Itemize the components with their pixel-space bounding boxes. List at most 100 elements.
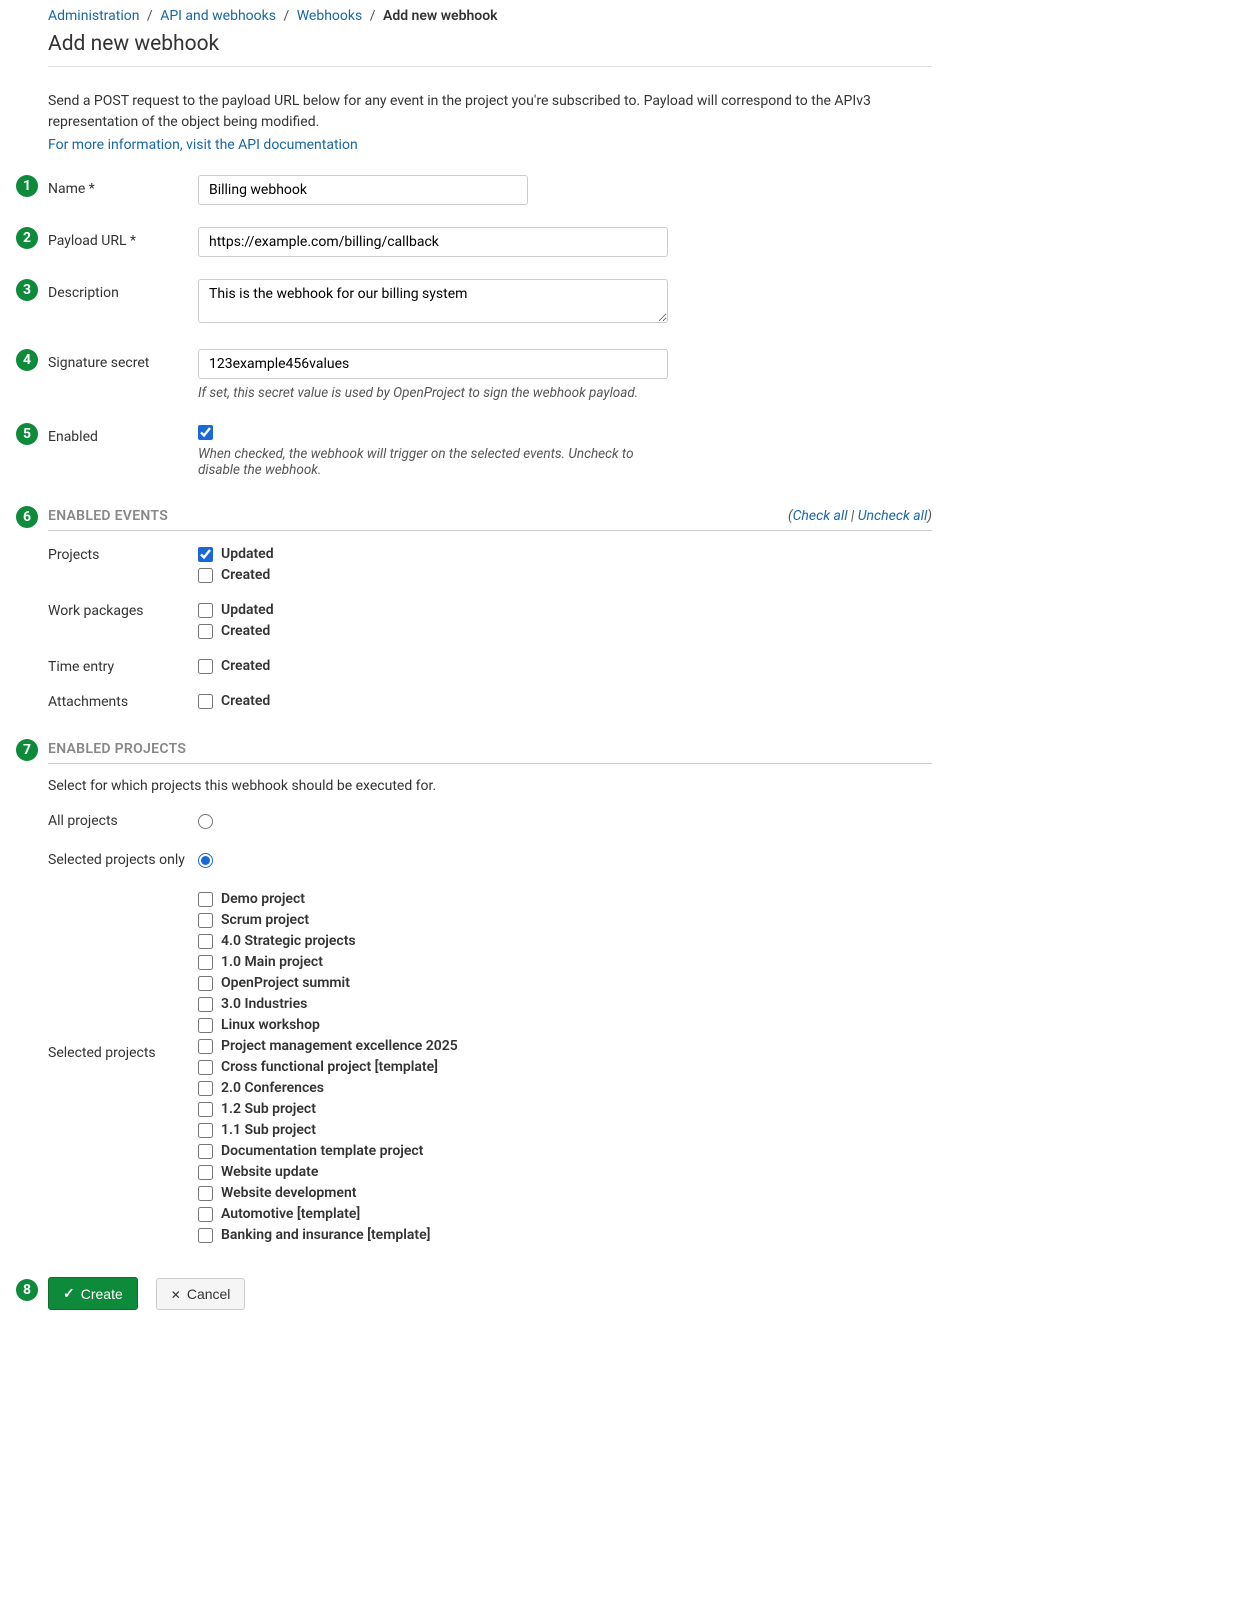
project-label: Project management excellence 2025 — [221, 1038, 458, 1054]
close-icon — [171, 1286, 181, 1302]
project-checkbox[interactable] — [198, 1039, 213, 1054]
create-button-label: Create — [81, 1286, 123, 1302]
check-icon — [63, 1285, 75, 1302]
event-checkbox[interactable] — [198, 603, 213, 618]
enabled-events-title: ENABLED EVENTS — [48, 508, 788, 524]
event-checkbox[interactable] — [198, 624, 213, 639]
breadcrumb: Administration / API and webhooks / Webh… — [48, 8, 932, 24]
event-group-label: Time entry — [48, 657, 198, 675]
step-badge-7: 7 — [16, 739, 38, 761]
breadcrumb-sep: / — [147, 8, 153, 24]
events-bulk-actions: (Check all | Uncheck all) — [788, 508, 932, 524]
project-checkbox[interactable] — [198, 1081, 213, 1096]
project-checkbox[interactable] — [198, 976, 213, 991]
breadcrumb-webhooks[interactable]: Webhooks — [297, 8, 363, 24]
event-group-label: Work packages — [48, 601, 198, 619]
project-label: Linux workshop — [221, 1017, 320, 1033]
project-label: Scrum project — [221, 912, 309, 928]
project-checkbox[interactable] — [198, 1144, 213, 1159]
intro-text: Send a POST request to the payload URL b… — [48, 91, 932, 133]
project-label: Website update — [221, 1164, 318, 1180]
step-badge-4: 4 — [16, 349, 38, 371]
event-option-label: Created — [221, 658, 270, 674]
project-label: 4.0 Strategic projects — [221, 933, 356, 949]
cancel-button-label: Cancel — [187, 1286, 231, 1302]
event-option-label: Updated — [221, 602, 274, 618]
create-button[interactable]: Create — [48, 1277, 138, 1310]
event-group-label: Projects — [48, 545, 198, 563]
name-input[interactable] — [198, 175, 528, 205]
step-badge-6: 6 — [16, 506, 38, 528]
project-checkbox[interactable] — [198, 1186, 213, 1201]
project-label: Cross functional project [template] — [221, 1059, 438, 1075]
events-divider — [48, 530, 932, 531]
payload-url-input[interactable] — [198, 227, 668, 257]
enabled-projects-title: ENABLED PROJECTS — [48, 741, 932, 757]
cancel-button[interactable]: Cancel — [156, 1278, 246, 1310]
event-checkbox[interactable] — [198, 659, 213, 674]
project-checkbox[interactable] — [198, 1228, 213, 1243]
breadcrumb-sep: / — [370, 8, 376, 24]
project-checkbox[interactable] — [198, 1207, 213, 1222]
api-doc-link[interactable]: For more information, visit the API docu… — [48, 137, 358, 153]
uncheck-all-link[interactable]: Uncheck all — [858, 508, 928, 524]
project-checkbox[interactable] — [198, 955, 213, 970]
project-label: Automotive [template] — [221, 1206, 360, 1222]
event-checkbox[interactable] — [198, 568, 213, 583]
project-checkbox[interactable] — [198, 1018, 213, 1033]
step-badge-3: 3 — [16, 279, 38, 301]
selected-projects-label: Selected projects — [48, 890, 198, 1061]
breadcrumb-admin[interactable]: Administration — [48, 8, 139, 24]
project-checkbox[interactable] — [198, 997, 213, 1012]
signature-secret-input[interactable] — [198, 349, 668, 379]
event-option-label: Created — [221, 623, 270, 639]
project-label: 2.0 Conferences — [221, 1080, 324, 1096]
payload-url-label: Payload URL * — [48, 227, 198, 249]
project-label: 1.0 Main project — [221, 954, 323, 970]
project-checkbox[interactable] — [198, 1060, 213, 1075]
breadcrumb-api[interactable]: API and webhooks — [160, 8, 276, 24]
project-checkbox[interactable] — [198, 913, 213, 928]
event-group-label: Attachments — [48, 692, 198, 710]
projects-divider — [48, 763, 932, 764]
selected-only-label: Selected projects only — [48, 852, 198, 868]
projects-intro: Select for which projects this webhook s… — [48, 778, 932, 794]
project-checkbox[interactable] — [198, 934, 213, 949]
breadcrumb-sep: / — [283, 8, 289, 24]
enabled-hint: When checked, the webhook will trigger o… — [198, 446, 668, 478]
signature-secret-hint: If set, this secret value is used by Ope… — [198, 385, 668, 401]
event-option-label: Updated — [221, 546, 274, 562]
all-projects-label: All projects — [48, 813, 198, 829]
step-badge-8: 8 — [16, 1279, 38, 1301]
project-label: Documentation template project — [221, 1143, 423, 1159]
enabled-checkbox[interactable] — [198, 425, 213, 440]
title-divider — [48, 66, 932, 67]
event-option-label: Created — [221, 567, 270, 583]
project-label: Demo project — [221, 891, 305, 907]
selected-only-radio[interactable] — [198, 853, 213, 868]
project-checkbox[interactable] — [198, 1165, 213, 1180]
project-checkbox[interactable] — [198, 892, 213, 907]
step-badge-2: 2 — [16, 227, 38, 249]
project-label: 1.2 Sub project — [221, 1101, 316, 1117]
name-label: Name * — [48, 175, 198, 197]
description-textarea[interactable]: This is the webhook for our billing syst… — [198, 279, 668, 323]
signature-secret-label: Signature secret — [48, 349, 198, 371]
project-label: 3.0 Industries — [221, 996, 307, 1012]
step-badge-1: 1 — [16, 175, 38, 197]
step-badge-5: 5 — [16, 423, 38, 445]
project-checkbox[interactable] — [198, 1123, 213, 1138]
event-checkbox[interactable] — [198, 694, 213, 709]
all-projects-radio[interactable] — [198, 814, 213, 829]
project-label: Banking and insurance [template] — [221, 1227, 430, 1243]
project-label: 1.1 Sub project — [221, 1122, 316, 1138]
breadcrumb-current: Add new webhook — [383, 8, 498, 24]
project-label: Website development — [221, 1185, 356, 1201]
project-checkbox[interactable] — [198, 1102, 213, 1117]
enabled-label: Enabled — [48, 423, 198, 445]
description-label: Description — [48, 279, 198, 301]
page-title: Add new webhook — [48, 32, 932, 56]
event-checkbox[interactable] — [198, 547, 213, 562]
check-all-link[interactable]: Check all — [793, 508, 848, 524]
project-label: OpenProject summit — [221, 975, 350, 991]
